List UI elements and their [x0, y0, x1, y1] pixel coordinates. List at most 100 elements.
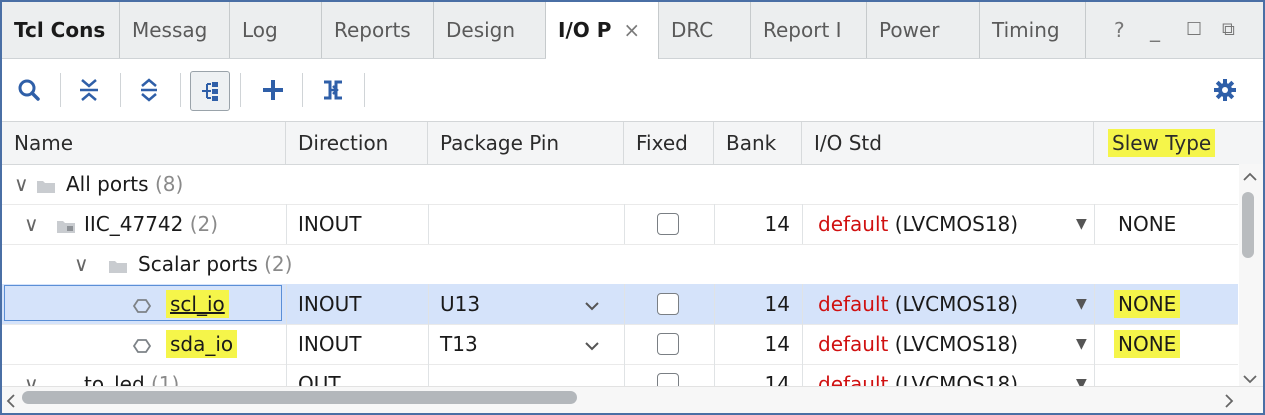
row-name: sda_io: [162, 324, 238, 364]
row-name: to_led (1): [84, 364, 179, 386]
bank-cell: 14: [764, 212, 790, 236]
close-icon[interactable]: ×: [623, 18, 640, 42]
bank-cell: 14: [764, 332, 790, 356]
scroll-up-icon[interactable]: [1243, 166, 1257, 187]
io-std-value: (LVCMOS18): [894, 212, 1019, 236]
header-package-pin[interactable]: Package Pin: [428, 122, 624, 164]
expand-icon[interactable]: ∨: [2, 204, 39, 244]
fixed-checkbox[interactable]: [657, 333, 679, 355]
expand-all-icon[interactable]: [130, 71, 168, 109]
table-row[interactable]: ∨ Scalar ports (2): [2, 244, 1238, 285]
fixed-checkbox[interactable]: [657, 293, 679, 315]
header-fixed[interactable]: Fixed: [624, 122, 714, 164]
table-row-selected[interactable]: scl_io INOUT U13 14 default (LVCMOS18) ▼…: [2, 284, 1238, 325]
table-row[interactable]: ∨ to_led (1) OUT 14 default (LVCMOS18) ▼: [2, 364, 1238, 386]
io-ports-panel: Tcl Cons Messag Log Reports Design I/O P…: [0, 0, 1265, 415]
tab-reports[interactable]: Reports: [322, 2, 434, 58]
io-std-default: default: [818, 332, 889, 356]
io-std-cell[interactable]: default (LVCMOS18): [806, 324, 1018, 364]
io-std-cell[interactable]: default (LVCMOS18): [806, 284, 1018, 324]
tab-label: DRC: [671, 18, 714, 42]
maximize-icon[interactable]: ☐: [1186, 2, 1202, 58]
expand-icon[interactable]: ∨: [2, 164, 29, 204]
dropdown-arrow-icon[interactable]: ▼: [1076, 324, 1087, 364]
slew-type-cell[interactable]: NONE: [1106, 204, 1176, 244]
header-io-std[interactable]: I/O Std: [802, 122, 1094, 164]
column-divider: [624, 284, 625, 324]
column-divider: [1094, 364, 1095, 386]
column-divider: [428, 364, 429, 386]
add-icon[interactable]: [254, 71, 292, 109]
header-slew-type[interactable]: Slew Type: [1094, 122, 1238, 164]
row-name: All ports (8): [66, 164, 183, 204]
port-icon: [132, 324, 152, 364]
dropdown-arrow-icon[interactable]: ▼: [1076, 204, 1087, 244]
direction-cell: INOUT: [298, 332, 362, 356]
slew-type-cell[interactable]: NONE: [1106, 324, 1181, 364]
expand-icon[interactable]: ∨: [2, 364, 39, 386]
help-icon[interactable]: ?: [1114, 2, 1125, 58]
tab-tcl-console[interactable]: Tcl Cons: [2, 2, 120, 58]
fixed-checkbox[interactable]: [657, 213, 679, 235]
tab-strip: Tcl Cons Messag Log Reports Design I/O P…: [2, 2, 1263, 59]
tab-messages[interactable]: Messag: [120, 2, 230, 58]
package-pin-cell[interactable]: U13: [428, 284, 480, 324]
slew-type-cell[interactable]: NONE: [1106, 284, 1181, 324]
tab-log[interactable]: Log: [230, 2, 322, 58]
horizontal-scroll-thumb[interactable]: [22, 391, 577, 404]
chevron-down-icon[interactable]: [584, 284, 600, 324]
port-count: (2): [264, 252, 293, 276]
io-std-default: default: [818, 292, 889, 316]
autoplace-icon[interactable]: [314, 71, 352, 109]
port-name: IIC_47742: [84, 212, 184, 236]
port-count: (8): [154, 172, 184, 196]
table-row[interactable]: sda_io INOUT T13 14 default (LVCMOS18) ▼…: [2, 324, 1238, 365]
tab-design[interactable]: Design: [434, 2, 546, 58]
port-count: (2): [189, 212, 219, 236]
column-header: Name Direction Package Pin Fixed Bank I/…: [2, 122, 1263, 165]
header-label: Direction: [298, 131, 389, 155]
slew-type-value: NONE: [1114, 290, 1181, 318]
column-divider: [802, 324, 803, 364]
scroll-right-icon[interactable]: [1224, 392, 1234, 413]
tab-label: Report I: [763, 18, 842, 42]
tab-power[interactable]: Power: [867, 2, 980, 58]
io-std-value: (LVCMOS18): [894, 332, 1019, 356]
package-pin-cell[interactable]: T13: [428, 324, 478, 364]
header-label: Package Pin: [440, 131, 560, 155]
column-divider: [428, 204, 429, 244]
header-name[interactable]: Name: [2, 122, 286, 164]
fixed-checkbox[interactable]: [657, 373, 679, 386]
vertical-scroll-thumb[interactable]: [1242, 192, 1254, 258]
tab-label: Design: [446, 18, 516, 42]
header-bank[interactable]: Bank: [714, 122, 802, 164]
header-direction[interactable]: Direction: [286, 122, 428, 164]
header-label: Fixed: [636, 131, 688, 155]
io-std-cell[interactable]: default (LVCMOS18): [806, 364, 1018, 386]
search-icon[interactable]: [10, 71, 48, 109]
settings-icon[interactable]: [1206, 71, 1244, 109]
slew-type-value: NONE: [1114, 330, 1181, 358]
io-std-cell[interactable]: default (LVCMOS18): [806, 204, 1018, 244]
port-name: scl_io: [166, 290, 229, 318]
tab-drc[interactable]: DRC: [659, 2, 751, 58]
tab-timing[interactable]: Timing: [980, 2, 1086, 58]
table-row[interactable]: ∨ IIC_47742 (2) INOUT 14 default (LVCMOS…: [2, 204, 1238, 245]
port-count: (1): [151, 372, 180, 386]
column-divider: [624, 364, 625, 386]
tab-label: Power: [879, 18, 940, 42]
table-row[interactable]: ∨ All ports (8): [2, 164, 1238, 205]
group-by-interface-icon[interactable]: [190, 71, 230, 111]
dropdown-arrow-icon[interactable]: ▼: [1076, 364, 1087, 386]
float-icon[interactable]: ⧉: [1222, 2, 1235, 58]
direction-cell: OUT: [298, 372, 341, 386]
collapse-all-icon[interactable]: [70, 71, 108, 109]
tab-io-ports[interactable]: I/O P ×: [546, 2, 659, 59]
tab-report-methodology[interactable]: Report I: [751, 2, 867, 58]
bank-cell: 14: [764, 292, 790, 316]
minimize-icon[interactable]: _: [1150, 2, 1160, 58]
dropdown-arrow-icon[interactable]: ▼: [1076, 284, 1087, 324]
expand-icon[interactable]: ∨: [62, 244, 89, 284]
scroll-left-icon[interactable]: [6, 392, 16, 413]
chevron-down-icon[interactable]: [584, 324, 600, 364]
